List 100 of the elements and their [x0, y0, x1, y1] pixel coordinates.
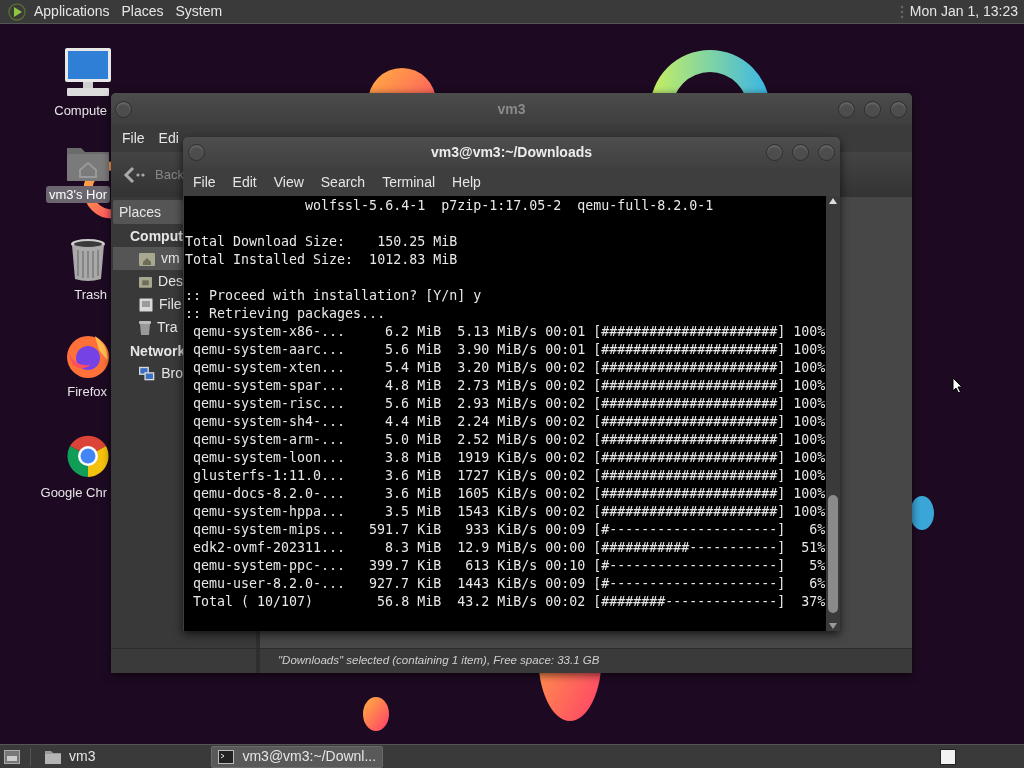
package-name: qemu-user-8.2.0-... [192, 575, 346, 593]
menu-item[interactable]: View [273, 171, 304, 193]
window-control-button[interactable] [792, 144, 809, 161]
trash-icon [139, 320, 151, 335]
window-control-button[interactable] [188, 144, 205, 161]
menu-item[interactable]: Search [320, 171, 366, 193]
download-size: 4.4 MiB [384, 413, 442, 431]
sidebar-item[interactable]: Des [113, 270, 183, 293]
window-control-button[interactable] [818, 144, 835, 161]
download-size: 8.3 MiB [384, 539, 442, 557]
window-control-button[interactable] [115, 100, 132, 118]
window-control-button[interactable] [864, 100, 881, 118]
panel-menu[interactable]: Applications [34, 1, 110, 22]
desktop-icon-label[interactable]: vm3's Hor [45, 186, 110, 203]
menu-item[interactable]: File [193, 171, 216, 193]
percent: 100% [792, 431, 826, 449]
menu-logo-icon[interactable] [8, 2, 26, 21]
progress-bar-text: [######################] [593, 341, 786, 359]
drive-icon [139, 297, 153, 312]
sidebar-item[interactable]: Bro [113, 362, 183, 385]
package-name: qemu-docs-8.2.0-... [192, 485, 346, 503]
window-control-button[interactable] [766, 144, 783, 161]
percent: 100% [792, 485, 826, 503]
show-desktop-icon[interactable] [4, 749, 20, 764]
progress-bar-text: [###########-----------] [593, 539, 786, 557]
transfer-rate: 1543 KiB/s [456, 503, 538, 521]
elapsed-time: 00:02 [545, 449, 586, 467]
download-size: 5.4 MiB [384, 359, 442, 377]
package-name: edk2-ovmf-202311... [192, 539, 346, 557]
window-control-button[interactable] [838, 100, 855, 118]
percent: 5% [808, 557, 826, 575]
sidebar-section-title: Network [129, 342, 186, 361]
desktop-icon-label[interactable]: Compute [51, 102, 110, 119]
progress-bar-text: [######################] [593, 359, 786, 377]
download-size: 6.2 MiB [384, 323, 442, 341]
transfer-rate: 2.73 MiB/s [456, 377, 538, 395]
progress-bar-text: [######################] [593, 431, 786, 449]
package-name: glusterfs-1:11.0... [192, 467, 346, 485]
percent: 51% [800, 539, 826, 557]
progress-bar-text: [######################] [593, 323, 786, 341]
elapsed-time: 00:01 [545, 323, 586, 341]
download-size: 56.8 MiB [376, 593, 442, 611]
taskbar-button[interactable]: vm3@vm3:~/Downl... [211, 745, 384, 768]
folder-icon [45, 749, 61, 764]
download-size: 591.7 KiB [368, 521, 442, 539]
menu-item[interactable]: File [122, 128, 145, 149]
percent: 100% [792, 413, 826, 431]
elapsed-time: 00:02 [545, 593, 586, 611]
sidebar-item[interactable]: Tra [113, 316, 183, 339]
transfer-rate: 933 KiB/s [464, 521, 538, 539]
percent: 100% [792, 503, 826, 521]
window-control-button[interactable] [890, 100, 907, 118]
scrollbar-thumb[interactable] [828, 495, 838, 613]
panel-menu[interactable]: System [175, 1, 223, 22]
download-size: 3.6 MiB [384, 485, 442, 503]
terminal-icon [218, 749, 235, 764]
package-name: qemu-system-arm-... [192, 431, 346, 449]
elapsed-time: 00:02 [545, 503, 586, 521]
sidebar-item[interactable]: vm [113, 247, 183, 270]
package-name: qemu-system-ppc-... [192, 557, 346, 575]
sidebar-header[interactable]: Places [113, 200, 183, 224]
transfer-rate: 2.52 MiB/s [456, 431, 538, 449]
package-name: qemu-system-x86-... [192, 323, 346, 341]
menu-item[interactable]: Edi [158, 128, 179, 149]
desktop-icon-label[interactable]: Google Chr [37, 484, 110, 501]
terminal-line: wolfssl-5.6.4-1 p7zip-1:17.05-2 qemu-full-8.2.0-1 [304, 197, 715, 215]
progress-bar-text: [#---------------------] [593, 575, 786, 593]
taskbar-button[interactable]: vm3 [39, 745, 102, 768]
elapsed-time: 00:09 [545, 575, 586, 593]
percent: 100% [792, 449, 826, 467]
folder-icon [139, 274, 153, 289]
download-size: 5.0 MiB [384, 431, 442, 449]
download-size: 399.7 KiB [368, 557, 442, 575]
transfer-rate: 3.20 MiB/s [456, 359, 538, 377]
package-name: qemu-system-hppa... [192, 503, 346, 521]
desktop-icon-label[interactable]: Firefox [64, 383, 110, 400]
percent: 100% [792, 377, 826, 395]
scrollbar[interactable] [826, 196, 840, 631]
status-text: "Downloads" selected (containing 1 item), Free space: 33.1 GB [277, 653, 600, 669]
menu-item[interactable]: Help [452, 171, 481, 193]
transfer-rate: 613 KiB/s [464, 557, 538, 575]
handle-icon [899, 3, 904, 20]
workspace-switcher-icon[interactable] [940, 748, 956, 765]
elapsed-time: 00:02 [545, 395, 586, 413]
menu-item[interactable]: Edit [232, 171, 257, 193]
package-name: qemu-system-aarc... [192, 341, 346, 359]
scroll-down-icon[interactable] [829, 623, 837, 629]
panel-menu[interactable]: Places [121, 1, 164, 22]
transfer-rate: 5.13 MiB/s [456, 323, 538, 341]
download-size: 5.6 MiB [384, 395, 442, 413]
back-arrow-icon [123, 165, 145, 184]
menu-item[interactable]: Terminal [382, 171, 436, 193]
clock[interactable]: Mon Jan 1, 13:23 [909, 1, 1018, 22]
percent: 37% [800, 593, 826, 611]
elapsed-time: 00:09 [545, 521, 586, 539]
package-name: qemu-system-mips... [192, 521, 346, 539]
desktop-icon-label[interactable]: Trash [71, 286, 110, 303]
sidebar-item[interactable]: File [113, 293, 183, 316]
download-size: 5.6 MiB [384, 341, 442, 359]
package-name: Total ( 10/107) [192, 593, 315, 611]
